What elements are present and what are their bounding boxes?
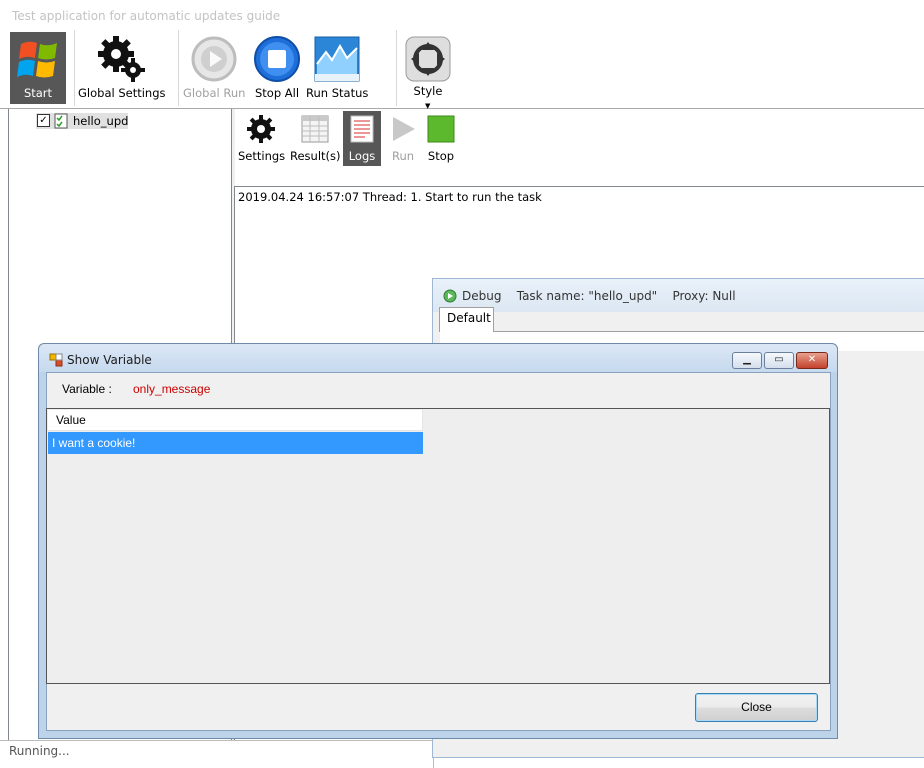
global-run-button[interactable]: Global Run <box>183 32 245 104</box>
logs-label: Logs <box>348 149 376 163</box>
play-icon <box>393 117 415 141</box>
global-run-label: Global Run <box>183 86 246 100</box>
results-label: Result(s) <box>290 149 341 163</box>
log-line: 2019.04.24 16:57:07 Thread: 1. Start to … <box>238 190 542 204</box>
log-document-icon <box>350 115 374 143</box>
table-icon <box>301 115 329 143</box>
style-label: Style <box>413 84 443 98</box>
column-header-label: Value <box>56 413 86 427</box>
run-label: Run <box>391 149 415 163</box>
close-button[interactable]: Close <box>695 693 818 722</box>
stop-square-icon <box>427 115 455 143</box>
stop-all-label: Stop All <box>254 86 300 100</box>
stop-button[interactable]: Stop <box>424 111 458 166</box>
variable-label: Variable : <box>62 382 112 396</box>
dialog-title: Show Variable <box>67 353 152 367</box>
gear-icon <box>247 115 275 143</box>
stop-circle-icon <box>254 36 300 82</box>
app-window-icon <box>49 353 63 367</box>
style-icon <box>405 36 451 82</box>
tab-default-label: Default <box>447 311 491 325</box>
window-title: Test application for automatic updates g… <box>12 9 281 23</box>
settings-label: Settings <box>238 149 286 163</box>
status-text: Running... <box>9 744 70 758</box>
list-item-text: I want a cookie! <box>52 436 136 450</box>
stop-all-button[interactable]: Stop All <box>251 32 303 104</box>
maximize-button[interactable]: ▭ <box>764 352 794 369</box>
close-caption-button[interactable]: ✕ <box>796 352 828 369</box>
run-button[interactable]: Run <box>386 111 420 166</box>
gears-icon <box>98 36 145 82</box>
dialog-titlebar[interactable] <box>39 344 837 372</box>
global-settings-button[interactable]: Global Settings <box>78 32 166 104</box>
global-settings-label: Global Settings <box>78 86 166 100</box>
play-circle-icon <box>191 36 237 82</box>
style-button[interactable]: Style ▼ <box>402 32 454 110</box>
task-file-icon <box>54 113 68 129</box>
start-label: Start <box>23 86 53 100</box>
tree-item-label: hello_upd <box>73 114 129 128</box>
column-header-value[interactable] <box>48 410 423 431</box>
minimize-button[interactable]: ▁ <box>732 352 762 369</box>
minimize-icon: ▁ <box>743 354 751 365</box>
settings-button[interactable]: Settings <box>238 111 286 166</box>
maximize-icon: ▭ <box>774 354 784 365</box>
debug-play-icon <box>443 289 457 303</box>
logs-button[interactable]: Logs <box>343 111 381 166</box>
windows-logo-icon <box>17 41 57 78</box>
start-button[interactable]: Start <box>10 32 66 104</box>
results-button[interactable]: Result(s) <box>290 111 341 166</box>
close-icon: ✕ <box>807 354 817 365</box>
run-status-label: Run Status <box>306 86 369 100</box>
run-status-button[interactable]: Run Status <box>306 32 368 104</box>
stop-label: Stop <box>427 149 455 163</box>
debug-window-title: Debug Task name: "hello_upd" Proxy: Null <box>462 289 736 303</box>
variable-name: only_message <box>133 382 211 396</box>
chart-icon <box>314 36 360 82</box>
tree-item-checkbox[interactable]: ✓ <box>37 114 50 127</box>
